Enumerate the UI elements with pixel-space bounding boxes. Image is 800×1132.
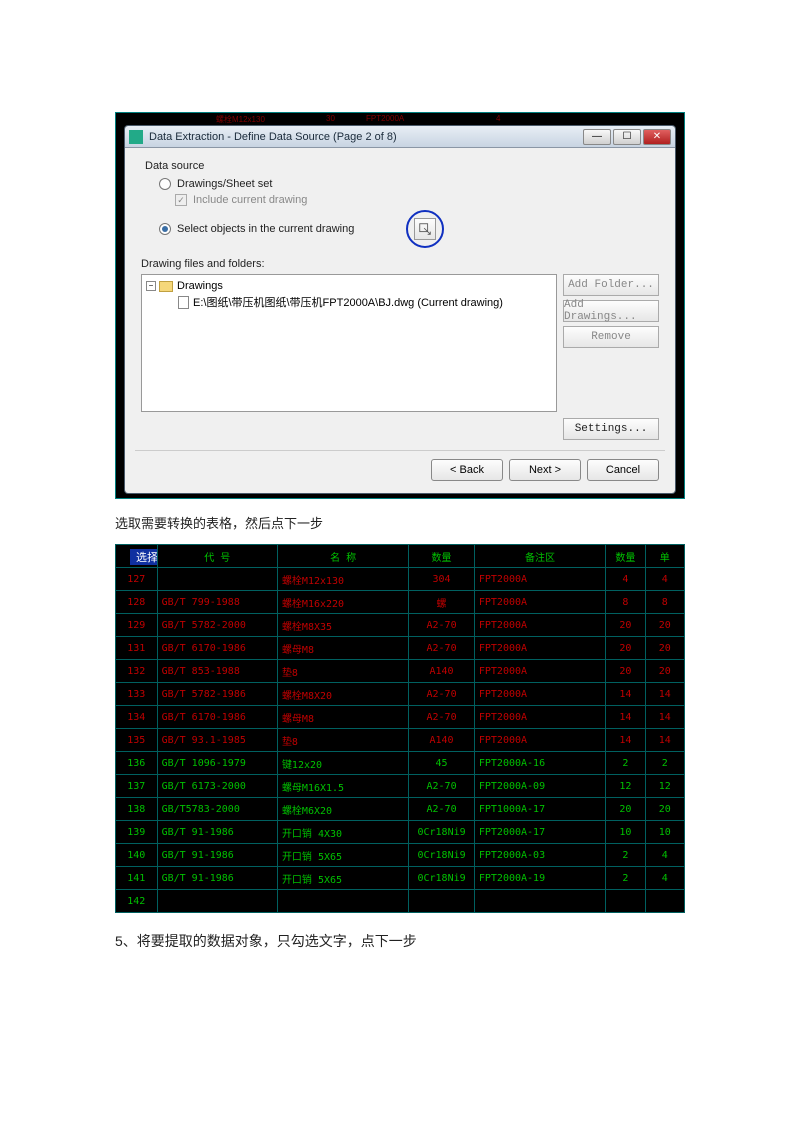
col-qty: 数量 <box>409 545 475 568</box>
col-b: 单 <box>645 545 684 568</box>
close-button[interactable]: ✕ <box>643 129 671 145</box>
add-folder-button: Add Folder... <box>563 274 659 296</box>
table-row: 131GB/T 6170-1986螺母M8A2-70FPT2000A2020 <box>116 637 685 660</box>
table-row: 140GB/T 91-1986开口销 5X650Cr18Ni9FPT2000A-… <box>116 844 685 867</box>
caption-1: 选取需要转换的表格，然后点下一步 <box>115 513 685 532</box>
table-row: 137GB/T 6173-2000螺母M16X1.5A2-70FPT2000A-… <box>116 775 685 798</box>
settings-button[interactable]: Settings... <box>563 418 659 440</box>
cad-strip: 螺栓M12x130 30 FPT2000A 4 <box>116 115 684 125</box>
checkbox-icon: ✓ <box>175 194 187 206</box>
table-row: 134GB/T 6170-1986螺母M8A2-70FPT2000A1414 <box>116 706 685 729</box>
divider <box>135 450 665 451</box>
app-icon <box>129 130 143 144</box>
maximize-button[interactable]: ☐ <box>613 129 641 145</box>
tree-root-row[interactable]: − Drawings <box>146 279 552 293</box>
table-row: 135GB/T 93.1-1985垫8A140FPT2000A1414 <box>116 729 685 752</box>
minimize-button[interactable]: — <box>583 129 611 145</box>
add-drawings-button: Add Drawings... <box>563 300 659 322</box>
select-objects-prompt: 选择对象: <box>130 549 157 565</box>
table-row: 136GB/T 1096-1979键12x2045FPT2000A-1622 <box>116 752 685 775</box>
cad-table-screenshot: 选择对象: 代 号 名 称 数量 备注区 数量 单 127螺栓M12x13030… <box>115 544 685 913</box>
table-row: 141GB/T 91-1986开口销 5X650Cr18Ni9FPT2000A-… <box>116 867 685 890</box>
col-name: 名 称 <box>277 545 408 568</box>
radio-select-label: Select objects in the current drawing <box>177 223 354 235</box>
remove-button: Remove <box>563 326 659 348</box>
radio-icon-selected <box>159 223 171 235</box>
table-row: 128GB/T 799-1988螺栓M16x220螺FPT2000A88 <box>116 591 685 614</box>
radio-drawings-sheet[interactable]: Drawings/Sheet set <box>159 178 659 190</box>
cad-background-1: 螺栓M12x130 30 FPT2000A 4 Data Extraction … <box>115 112 685 499</box>
step-5-text: 5、将要提取的数据对象，只勾选文字，点下一步 <box>115 931 685 951</box>
radio-drawings-label: Drawings/Sheet set <box>177 178 272 190</box>
col-code: 代 号 <box>157 545 277 568</box>
collapse-icon[interactable]: − <box>146 281 156 291</box>
next-button[interactable]: Next > <box>509 459 581 481</box>
col-a: 数量 <box>606 545 645 568</box>
folder-icon <box>159 281 173 292</box>
select-objects-button[interactable] <box>414 218 436 240</box>
table-row: 132GB/T 853-1988垫8A140FPT2000A2020 <box>116 660 685 683</box>
table-row: 139GB/T 91-1986开口销 4X300Cr18Ni9FPT2000A-… <box>116 821 685 844</box>
table-row: 133GB/T 5782-1986螺栓M8X20A2-70FPT2000A141… <box>116 683 685 706</box>
data-source-label: Data source <box>145 160 659 172</box>
tree-root-label: Drawings <box>177 280 223 292</box>
titlebar[interactable]: Data Extraction - Define Data Source (Pa… <box>125 126 675 148</box>
cad-table: 选择对象: 代 号 名 称 数量 备注区 数量 单 127螺栓M12x13030… <box>115 544 685 913</box>
checkbox-include-label: Include current drawing <box>193 194 307 206</box>
table-row: 127螺栓M12x130304FPT2000A44 <box>116 568 685 591</box>
dialog-window: Data Extraction - Define Data Source (Pa… <box>124 125 676 494</box>
cad-header-row: 选择对象: 代 号 名 称 数量 备注区 数量 单 <box>116 545 685 568</box>
back-button[interactable]: < Back <box>431 459 503 481</box>
tree-file-row[interactable]: E:\图纸\带压机图纸\带压机FPT2000A\BJ.dwg (Current … <box>146 293 552 311</box>
window-title: Data Extraction - Define Data Source (Pa… <box>149 131 581 143</box>
drawing-files-label: Drawing files and folders: <box>141 258 659 270</box>
table-row: 129GB/T 5782-2000螺栓M8X35A2-70FPT2000A202… <box>116 614 685 637</box>
file-icon <box>178 296 189 309</box>
checkbox-include-current: ✓ Include current drawing <box>175 194 659 206</box>
table-row: 142 <box>116 890 685 913</box>
tree-file-label: E:\图纸\带压机图纸\带压机FPT2000A\BJ.dwg (Current … <box>193 294 503 310</box>
radio-select-objects[interactable]: Select objects in the current drawing <box>159 210 659 248</box>
annotation-circle <box>406 210 444 248</box>
file-tree[interactable]: − Drawings E:\图纸\带压机图纸\带压机FPT2000A\BJ.dw… <box>141 274 557 412</box>
cancel-button[interactable]: Cancel <box>587 459 659 481</box>
col-remark: 备注区 <box>474 545 605 568</box>
radio-icon <box>159 178 171 190</box>
table-row: 138GB/T5783-2000螺栓M6X20A2-70FPT1000A-172… <box>116 798 685 821</box>
